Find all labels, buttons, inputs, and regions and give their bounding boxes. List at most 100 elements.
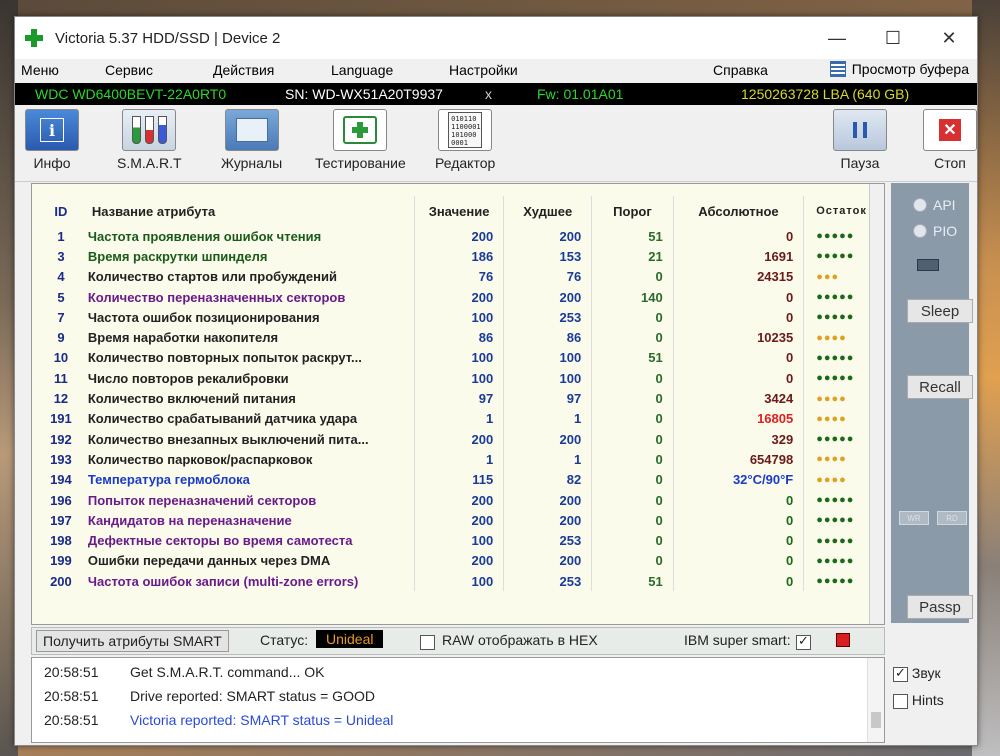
attr-id: 192 [50, 431, 72, 447]
sound-checkbox[interactable]: Звук [893, 665, 944, 682]
menu-item-help[interactable]: Справка [713, 62, 768, 78]
info-label: Инфо [33, 155, 71, 171]
attr-name: Количество переназначенных секторов [87, 289, 346, 305]
attr-name: Время раскрутки шпинделя [87, 248, 268, 264]
attr-id: 200 [50, 573, 72, 589]
red-indicator-icon [836, 633, 850, 647]
col-header-threshold[interactable]: Порог [591, 196, 674, 226]
raw-hex-checkbox[interactable] [420, 633, 435, 650]
recall-button[interactable]: Recall [907, 375, 973, 399]
info-button[interactable]: i Инфо [25, 109, 79, 171]
attr-value: 1 [413, 408, 504, 429]
victoria-app-icon [25, 29, 43, 47]
stop-button[interactable]: ✕ Стоп [923, 109, 977, 171]
log-scrollbar[interactable] [867, 658, 884, 742]
table-row[interactable]: 3 Время раскрутки шпинделя 186 153 21 1691 ●●●… [42, 246, 884, 267]
drive-capacity: 1250263728 LBA (640 GB) [741, 86, 910, 102]
table-row[interactable]: 199 Ошибки передачи данных через DMA 200 20… [42, 550, 884, 572]
pio-radio[interactable]: PIO [913, 223, 957, 239]
table-header-row: ID Название атрибута Значение Худшее Пор… [42, 196, 884, 226]
table-row[interactable]: 12 Количество включений питания 97 97 0 3424 ●… [42, 388, 884, 409]
table-row[interactable]: 192 Количество внезапных выключений пита.… [42, 428, 884, 450]
pio-label: PIO [933, 223, 958, 239]
raw-hex-label: RAW отображать в HEX [442, 632, 598, 648]
table-row[interactable]: 11 Число повторов рекалибровки 100 100 0 0 ●●●… [42, 368, 884, 389]
attr-raw: 0 [672, 550, 804, 572]
get-smart-button[interactable]: Получить атрибуты SMART [36, 630, 229, 652]
wr-indicator: WR [899, 511, 929, 525]
smart-button[interactable]: S.M.A.R.T [117, 109, 182, 171]
checkmark-icon [893, 665, 908, 682]
table-row[interactable]: 1 Частота проявления ошибок чтения 200 200 5… [42, 226, 884, 247]
attr-threshold: 0 [591, 428, 674, 450]
attr-worst: 97 [503, 388, 592, 409]
attr-worst: 153 [503, 246, 592, 267]
attr-threshold: 0 [591, 266, 674, 287]
attr-raw: 0 [672, 530, 804, 551]
attr-worst: 253 [503, 307, 592, 328]
testing-button[interactable]: Тестирование [315, 109, 406, 171]
logs-button[interactable]: Журналы [221, 109, 282, 171]
victoria-window: Victoria 5.37 HDD/SSD | Device 2 — ☐ ✕ М… [14, 16, 978, 746]
menu-item-actions[interactable]: Действия [213, 62, 274, 78]
attr-threshold: 21 [591, 246, 674, 267]
attr-name: Количество внезапных выключений пита... [87, 431, 369, 447]
attr-name: Кандидатов на переназначение [87, 512, 292, 528]
attr-value: 76 [413, 266, 504, 287]
attr-worst: 200 [503, 428, 592, 450]
col-header-name[interactable]: Название атрибута [80, 196, 415, 226]
hints-checkbox[interactable]: Hints [893, 692, 944, 709]
testing-label: Тестирование [315, 155, 406, 171]
attr-name: Количество повторных попыток раскрут... [87, 350, 362, 366]
api-radio[interactable]: API [913, 197, 956, 213]
attr-value: 200 [413, 489, 504, 511]
table-row[interactable]: 200 Частота ошибок записи (multi-zone err… [42, 571, 884, 592]
maximize-button[interactable]: ☐ [865, 17, 921, 59]
table-row[interactable]: 9 Время наработки накопителя 86 86 0 10235 ●●●… [42, 327, 884, 348]
table-row[interactable]: 7 Частота ошибок позиционирования 100 253 0 0… [42, 307, 884, 328]
attr-value: 97 [413, 388, 504, 409]
col-header-worst[interactable]: Худшее [503, 196, 592, 226]
attr-id: 194 [50, 472, 72, 488]
attr-worst: 82 [503, 469, 592, 490]
col-header-raw[interactable]: Абсолютное [672, 196, 804, 226]
buffer-view-button[interactable]: Просмотр буфера [829, 61, 969, 77]
menu-item-language[interactable]: Language [331, 62, 393, 78]
attr-id: 9 [57, 330, 65, 346]
pause-button[interactable]: Пауза [833, 109, 887, 171]
api-label: API [933, 197, 956, 213]
minimize-button[interactable]: — [809, 17, 865, 59]
close-button[interactable]: ✕ [921, 17, 977, 59]
table-row[interactable]: 10 Количество повторных попыток раскрут..… [42, 347, 884, 369]
smart-status-bar: Получить атрибуты SMART Статус: Unideal … [31, 627, 885, 655]
table-row[interactable]: 193 Количество парковок/распарковок 1 1 0 654… [42, 449, 884, 470]
drive-info-bar: WDC WD6400BEVT-22A0RT0 SN: WD-WX51A20T99… [15, 83, 977, 105]
attr-worst: 1 [503, 449, 592, 470]
table-row[interactable]: 194 Температура гермоблока 115 82 0 32°C/90°F… [42, 469, 884, 490]
table-row[interactable]: 196 Попыток переназначений секторов 200 200… [42, 489, 884, 511]
passp-button[interactable]: Passp [907, 595, 973, 619]
table-row[interactable]: 197 Кандидатов на переназначение 200 200 0 0 ●… [42, 510, 884, 531]
table-row[interactable]: 5 Количество переназначенных секторов 200 2… [42, 286, 884, 308]
table-row[interactable]: 4 Количество стартов или пробуждений 76 76 0… [42, 266, 884, 287]
table-row[interactable]: 191 Количество срабатываний датчика удара… [42, 408, 884, 429]
attr-threshold: 0 [591, 510, 674, 531]
table-scrollbar[interactable] [869, 184, 884, 624]
ibm-smart-checkbox[interactable] [796, 633, 811, 650]
editor-button[interactable]: 010110 1100001 101000 0001 Редактор [435, 109, 495, 171]
sleep-button[interactable]: Sleep [907, 299, 973, 323]
drive-model[interactable]: WDC WD6400BEVT-22A0RT0 [35, 86, 226, 102]
radio-circle-icon [913, 198, 927, 212]
attr-threshold: 0 [591, 307, 674, 328]
menu-item-settings[interactable]: Настройки [449, 62, 518, 78]
menu-item-service[interactable]: Сервис [105, 62, 153, 78]
options-panel: Звук Hints [893, 659, 944, 709]
attr-threshold: 0 [591, 368, 674, 389]
attr-worst: 200 [503, 286, 592, 308]
attr-name: Количество срабатываний датчика удара [87, 411, 358, 427]
col-header-value[interactable]: Значение [413, 196, 504, 226]
eject-drive-button[interactable]: x [485, 86, 492, 102]
col-header-id[interactable]: ID [42, 196, 80, 226]
menu-item-menu[interactable]: Меню [21, 62, 59, 78]
table-row[interactable]: 198 Дефектные секторы во время самотеста 1… [42, 530, 884, 551]
